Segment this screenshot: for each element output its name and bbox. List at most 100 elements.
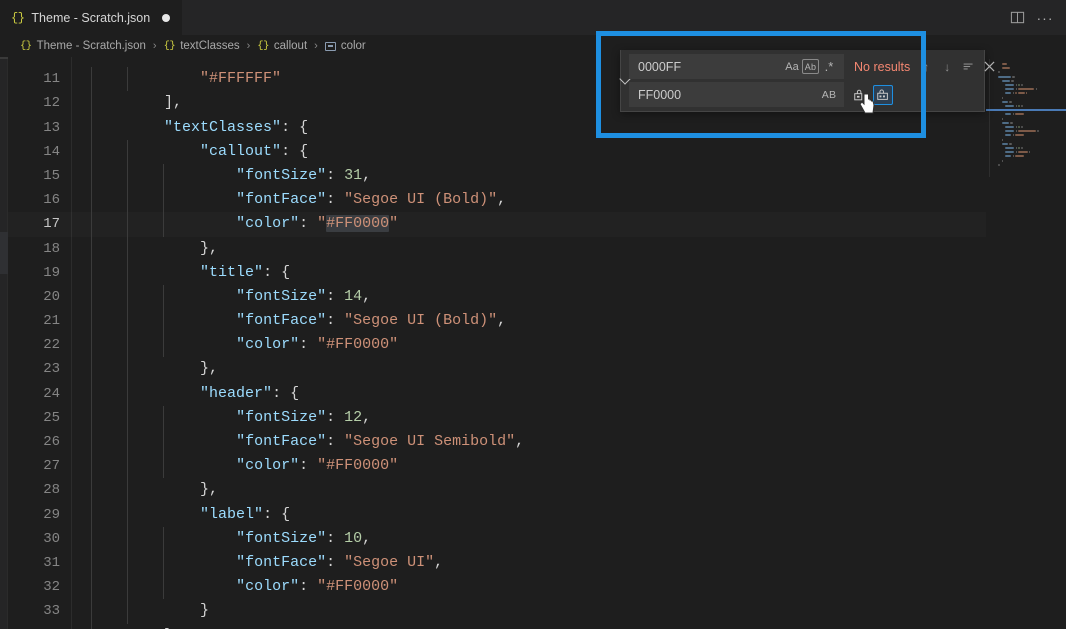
indent-guide	[127, 188, 164, 213]
line-number: 28	[43, 482, 60, 499]
minimap-code-row	[1021, 84, 1023, 86]
code-token: },	[200, 481, 219, 499]
minimap[interactable]	[986, 57, 1066, 629]
code-line[interactable]: 22 "color": "#FF0000"	[8, 333, 986, 358]
indent-guide	[127, 139, 164, 164]
code-line[interactable]: 20 "fontSize": 14,	[8, 284, 986, 310]
unsaved-indicator-dot[interactable]	[162, 14, 171, 22]
breadcrumb-item-file[interactable]: {} Theme - Scratch.json	[20, 40, 146, 52]
rail-decoration	[0, 232, 8, 274]
indent-guide	[163, 575, 200, 600]
code-line[interactable]: 33 }	[8, 599, 986, 624]
breadcrumb-item-textclasses[interactable]: {} textClasses	[164, 40, 240, 52]
collapsed-sidebar-rail[interactable]	[0, 57, 8, 629]
code-token: ,	[434, 553, 444, 571]
code-token: "fontSize"	[236, 287, 327, 305]
code-line[interactable]: 18 },	[8, 236, 986, 261]
code-line[interactable]: 30 "fontSize": 10,	[8, 526, 986, 551]
next-match-button[interactable]: ↓	[937, 57, 957, 77]
code-line[interactable]: 14 "callout": {	[8, 139, 986, 164]
code-line[interactable]: 17 "color": "#FF0000"	[8, 212, 986, 237]
code-token: "title"	[200, 263, 264, 281]
code-line[interactable]: 34 },	[8, 623, 986, 629]
code-line[interactable]: 26 "fontFace": "Segoe UI Semibold",	[8, 430, 986, 455]
code-token: ,	[362, 529, 372, 547]
close-find-button[interactable]	[979, 57, 999, 77]
toggle-replace-button[interactable]	[619, 50, 631, 111]
find-replace-widget[interactable]: Aa Ab .* No results ↑ ↓	[619, 50, 995, 112]
line-number: 32	[43, 579, 60, 596]
indent-guide	[127, 599, 164, 624]
code-line-text: "title": {	[91, 260, 290, 285]
replace-input[interactable]	[638, 87, 819, 102]
minimap-code-row	[1012, 155, 1015, 158]
json-braces-icon: {}	[163, 40, 176, 52]
replace-all-button[interactable]	[873, 84, 893, 105]
code-line[interactable]: 27 "color": "#FF0000"	[8, 454, 986, 479]
code-line[interactable]: 32 "color": "#FF0000"	[8, 575, 986, 600]
code-line-text: },	[91, 623, 182, 629]
line-number: 25	[43, 409, 60, 426]
minimap-code-row	[1004, 88, 1015, 91]
code-token: "fontSize"	[236, 408, 327, 426]
indent-guide	[163, 188, 200, 213]
find-input[interactable]	[638, 59, 782, 74]
code-line[interactable]: 19 "title": {	[8, 260, 986, 285]
code-content[interactable]: 10 "#999911 "#FFFFFF"12 ],13 "textClasse…	[8, 57, 986, 629]
editor-actions: ···	[1004, 0, 1066, 35]
breadcrumb-item-color[interactable]: color	[324, 40, 366, 52]
code-line[interactable]: 29 "label": {	[8, 502, 986, 527]
code-token: "Segoe UI (Bold)"	[344, 191, 498, 209]
use-regex-toggle[interactable]: .*	[819, 57, 839, 77]
indent-guide	[91, 526, 128, 551]
find-input-wrapper[interactable]: Aa Ab .*	[629, 54, 844, 79]
replace-input-wrapper[interactable]: AB	[629, 82, 844, 107]
code-line[interactable]: 21 "fontFace": "Segoe UI (Bold)",	[8, 309, 986, 334]
indent-guide	[91, 284, 128, 310]
minimap-code-row	[1004, 105, 1015, 107]
indent-guide	[91, 260, 128, 285]
code-line[interactable]: 15 "fontSize": 31,	[8, 163, 986, 189]
code-line[interactable]: 31 "fontFace": "Segoe UI",	[8, 550, 986, 576]
code-line[interactable]: 24 "header": {	[8, 381, 986, 406]
minimap-code-row	[1037, 130, 1039, 133]
code-line[interactable]: 23 },	[8, 357, 986, 382]
previous-match-button[interactable]: ↑	[916, 57, 936, 77]
find-in-selection-icon[interactable]	[958, 57, 978, 77]
code-line[interactable]: 13 "textClasses": {	[8, 115, 986, 140]
minimap-code-row	[1018, 105, 1021, 107]
code-token: ,	[362, 166, 372, 184]
indent-guide	[127, 526, 164, 551]
code-line[interactable]: 28 },	[8, 478, 986, 503]
indent-guide	[127, 284, 164, 310]
code-token: "Segoe UI"	[344, 553, 435, 571]
code-line[interactable]: 25 "fontSize": 12,	[8, 405, 986, 431]
minimap-code-row	[998, 75, 1011, 78]
indent-guide	[91, 212, 128, 237]
preserve-case-toggle[interactable]: AB	[819, 85, 839, 105]
indent-guide	[91, 309, 128, 334]
editor-tab-bar: {} Theme - Scratch.json ···	[0, 0, 1066, 35]
json-braces-icon: {}	[257, 40, 269, 52]
match-whole-word-toggle[interactable]: Ab	[802, 59, 819, 74]
breadcrumb-item-callout[interactable]: {} callout	[257, 40, 307, 52]
code-editor[interactable]: 10 "#999911 "#FFFFFF"12 ],13 "textClasse…	[8, 57, 986, 629]
indent-guide	[163, 405, 200, 431]
more-actions-icon[interactable]: ···	[1032, 5, 1058, 31]
line-number: 23	[43, 361, 60, 378]
code-line-text: "header": {	[91, 381, 299, 406]
minimap-code-row	[1012, 134, 1015, 137]
match-case-toggle[interactable]: Aa	[782, 57, 802, 77]
line-number: 27	[43, 458, 60, 475]
code-token: "#FFFFFF"	[200, 70, 282, 88]
replace-button[interactable]	[850, 85, 870, 105]
indent-guide	[91, 550, 128, 576]
minimap-code-row	[1018, 84, 1021, 86]
split-editor-icon[interactable]	[1004, 5, 1030, 31]
editor-tab-theme-scratch-json[interactable]: {} Theme - Scratch.json	[0, 0, 183, 35]
code-line[interactable]: 16 "fontFace": "Segoe UI (Bold)",	[8, 188, 986, 213]
